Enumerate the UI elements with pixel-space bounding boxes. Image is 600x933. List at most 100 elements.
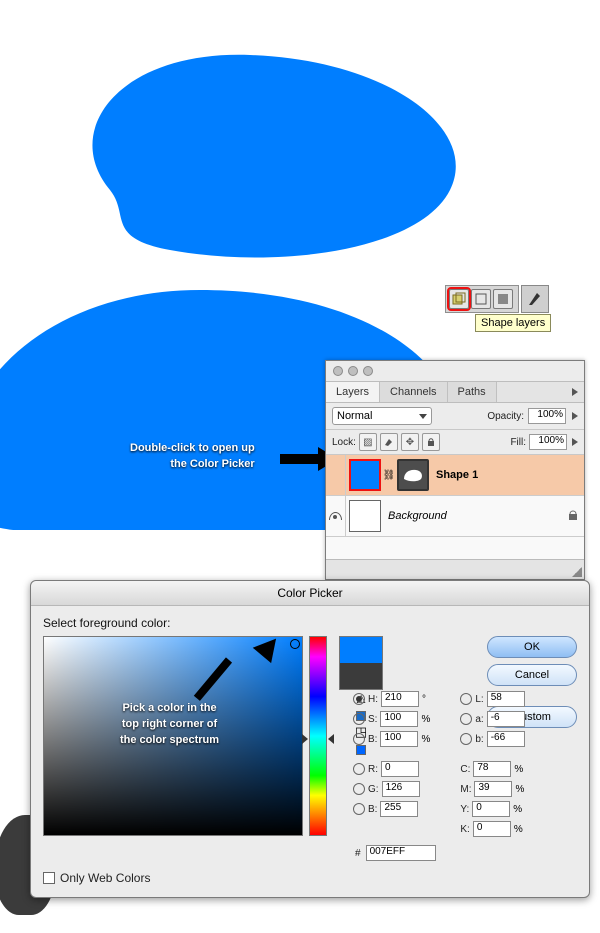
r-field[interactable]: 0 (381, 761, 419, 777)
hue-marker-left-icon (302, 734, 308, 744)
panel-footer (326, 559, 584, 579)
layer-thumbnail[interactable] (349, 500, 381, 532)
only-web-colors-checkbox[interactable] (43, 872, 55, 884)
fill-label: Fill: (510, 437, 526, 448)
s-label: S: (368, 714, 377, 725)
window-minimize-icon[interactable] (348, 366, 358, 376)
hex-field[interactable]: 007EFF (366, 845, 436, 861)
s-field[interactable]: 100 (380, 711, 418, 727)
lock-icon (568, 509, 578, 524)
m-label: M: (460, 784, 471, 795)
r-label: R: (368, 764, 378, 775)
l-radio[interactable] (460, 693, 472, 705)
layer-name[interactable]: Shape 1 (432, 469, 478, 481)
select-color-label: Select foreground color: (43, 616, 577, 630)
b-radio[interactable] (353, 803, 365, 815)
l-field[interactable]: 58 (487, 691, 525, 707)
opacity-flyout-icon[interactable] (572, 412, 578, 420)
b-label: B: (368, 734, 377, 745)
bb-label: B: (368, 804, 377, 815)
layer-list: ⛓ Shape 1 Background (326, 455, 584, 559)
k-field[interactable]: 0 (473, 821, 511, 837)
opacity-field[interactable]: 100% (528, 408, 566, 424)
blend-mode-select[interactable]: Normal (332, 407, 432, 425)
y-label: Y: (460, 804, 469, 815)
b-field[interactable]: 100 (380, 731, 418, 747)
k-label: K: (460, 824, 469, 835)
link-icon: ⛓ (384, 470, 394, 481)
g-field[interactable]: 126 (382, 781, 420, 797)
tab-channels[interactable]: Channels (380, 382, 447, 402)
previous-color-swatch[interactable] (340, 663, 382, 689)
new-color-swatch[interactable] (340, 637, 382, 663)
lb-field[interactable]: -66 (487, 731, 525, 747)
lock-label: Lock: (332, 437, 356, 448)
panel-menu-icon[interactable] (564, 382, 584, 402)
bri-radio[interactable] (353, 733, 365, 745)
g-radio[interactable] (353, 783, 365, 795)
only-web-colors-label: Only Web Colors (60, 871, 150, 885)
c-label: C: (460, 764, 470, 775)
lb-radio[interactable] (460, 733, 472, 745)
a-label: a: (475, 714, 483, 725)
opacity-label: Opacity: (487, 411, 524, 422)
lock-position-button[interactable]: ✥ (401, 433, 419, 451)
a-field[interactable]: -6 (487, 711, 525, 727)
layer-row-background[interactable]: Background (326, 496, 584, 537)
pct-unit: % (513, 804, 522, 815)
bb-field[interactable]: 255 (380, 801, 418, 817)
visibility-toggle[interactable] (326, 496, 346, 536)
lock-all-button[interactable] (422, 433, 440, 451)
annotation-pick-color: Pick a color in the top right corner of … (120, 700, 219, 748)
hue-marker-right-icon (328, 734, 334, 744)
shape-mode-toolbar (445, 285, 549, 313)
lock-pixels-button[interactable] (380, 433, 398, 451)
r-radio[interactable] (353, 763, 365, 775)
layer-row-shape1[interactable]: ⛓ Shape 1 (326, 455, 584, 496)
fill-pixels-mode-button[interactable] (493, 289, 513, 309)
a-radio[interactable] (460, 713, 472, 725)
eye-icon (329, 512, 342, 520)
c-field[interactable]: 78 (473, 761, 511, 777)
layers-panel: Layers Channels Paths Normal Opacity: 10… (325, 360, 585, 580)
visibility-toggle[interactable] (326, 455, 346, 495)
pct-unit: % (515, 784, 524, 795)
sat-radio[interactable] (353, 713, 365, 725)
color-swatch-pair (339, 636, 383, 690)
layer-name[interactable]: Background (384, 510, 447, 522)
shape-layers-mode-button[interactable] (449, 289, 469, 309)
paths-mode-button[interactable] (471, 289, 491, 309)
y-field[interactable]: 0 (472, 801, 510, 817)
color-picker-dialog: Color Picker Select foreground color: ⚠ … (30, 580, 590, 898)
vector-mask-thumbnail[interactable] (397, 459, 429, 491)
pct-unit: % (421, 714, 430, 725)
lb-label: b: (475, 734, 483, 745)
dialog-title: Color Picker (31, 581, 589, 606)
window-close-icon[interactable] (333, 366, 343, 376)
degree-unit: ° (422, 694, 426, 705)
window-zoom-icon[interactable] (363, 366, 373, 376)
h-field[interactable]: 210 (381, 691, 419, 707)
tab-paths[interactable]: Paths (448, 382, 497, 402)
fill-field[interactable]: 100% (529, 434, 567, 450)
cancel-button[interactable]: Cancel (487, 664, 577, 686)
m-field[interactable]: 39 (474, 781, 512, 797)
hash-label: # (355, 848, 361, 859)
g-label: G: (368, 784, 379, 795)
pct-unit: % (514, 824, 523, 835)
shape-layers-tooltip: Shape layers (475, 314, 551, 332)
annotation-double-click: Double-click to open up the Color Picker (130, 440, 255, 472)
lock-transparent-button[interactable]: ▨ (359, 433, 377, 451)
ok-button[interactable]: OK (487, 636, 577, 658)
tab-layers[interactable]: Layers (326, 382, 380, 402)
fill-flyout-icon[interactable] (572, 438, 578, 446)
pct-unit: % (514, 764, 523, 775)
resize-grip-icon[interactable] (572, 567, 582, 577)
h-label: H: (368, 694, 378, 705)
pct-unit: % (421, 734, 430, 745)
hue-radio[interactable] (353, 693, 365, 705)
hue-slider[interactable] (309, 636, 327, 836)
canvas-shape-top (50, 40, 480, 260)
blend-mode-value: Normal (337, 410, 372, 422)
layer-thumbnail[interactable] (349, 459, 381, 491)
